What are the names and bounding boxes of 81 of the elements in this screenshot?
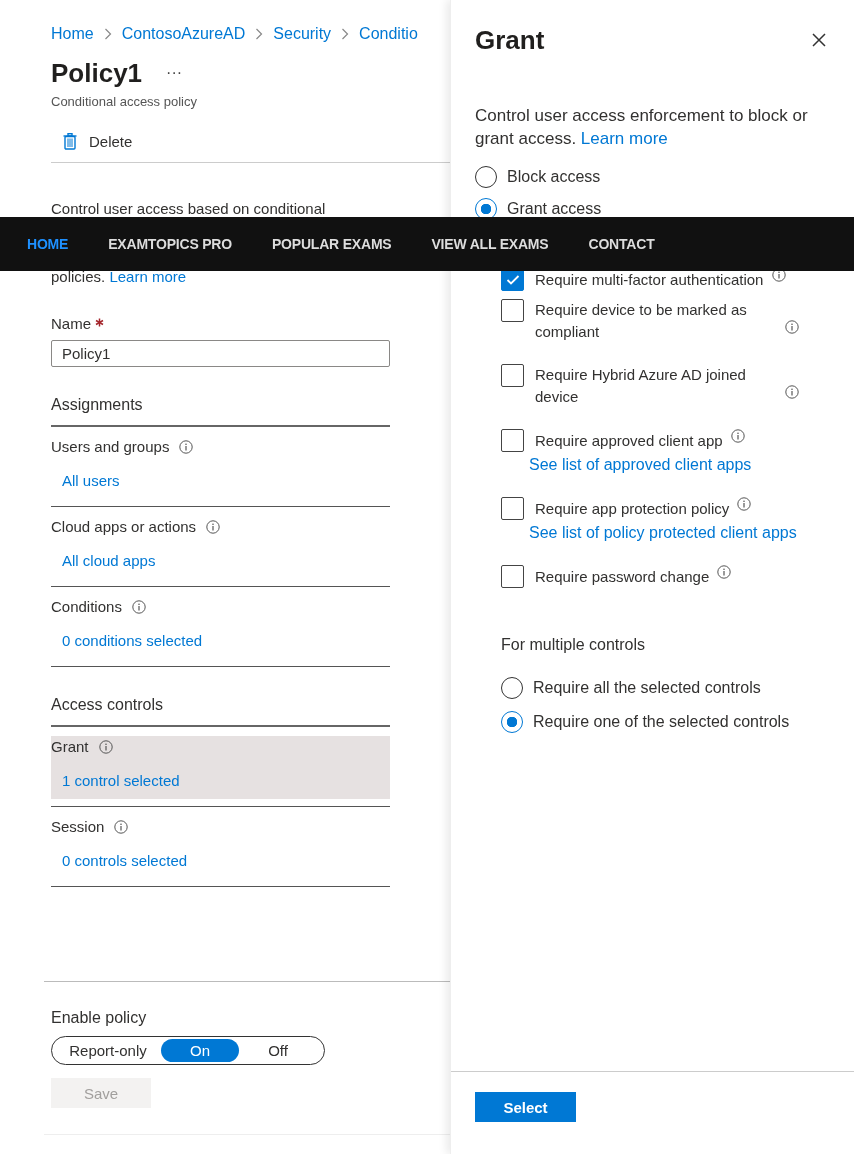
item-value-link[interactable]: All cloud apps [62,551,156,571]
field-label: Enable policy [51,1008,148,1028]
toggle-option[interactable]: Report-only [55,1039,161,1062]
breadcrumb-link[interactable]: Security [273,24,332,44]
info-icon [179,440,194,454]
section-row[interactable]: Cloud apps or actions All cloud apps [51,516,390,579]
toggle-option[interactable]: On [161,1039,239,1062]
radio-label: Require all the selected controls [533,678,761,698]
delete-button[interactable]: Delete [51,129,133,154]
breadcrumb-link[interactable]: Home [51,24,94,44]
item-label: Cloud apps or actions [51,517,197,537]
close-icon [812,33,826,47]
item-value-link[interactable]: All users [62,471,120,491]
info-icon [206,520,221,534]
breadcrumb-link[interactable]: Conditio [359,24,418,44]
breadcrumb-link[interactable]: ContosoAzureAD [121,24,246,44]
page-subtitle: Conditional access policy [51,94,198,110]
trash-icon [63,133,77,150]
nav-link[interactable]: HOME [27,236,69,252]
panel-title: Grant [475,24,545,57]
info-icon [785,385,800,399]
checkbox-label: Require device to be marked as compliant [535,300,748,342]
more-button[interactable]: ··· [162,64,187,82]
info-icon [737,497,752,511]
chevron-icon [255,28,264,40]
item-label: Conditions [51,597,122,617]
learn-more-link[interactable]: Learn more [580,129,668,148]
radio-button[interactable] [501,711,523,733]
section-row[interactable]: Conditions 0 conditions selected [51,596,390,659]
group-label: For multiple controls [501,635,647,655]
nav-link[interactable]: CONTACT [588,236,655,252]
nav-link[interactable]: EXAMTOPICS PRO [108,236,232,252]
info-icon [730,429,745,443]
check-icon [505,273,520,286]
item-value-link[interactable]: 0 conditions selected [62,631,203,651]
select-button[interactable]: Select [475,1092,576,1122]
chevron-icon [103,28,112,40]
info-icon [131,600,146,614]
description-text: policies. Learn more [51,267,187,287]
name-field[interactable]: Policy1 [51,340,390,367]
info-icon [717,565,732,579]
chevron-icon [341,28,350,40]
item-label: Users and groups [51,437,170,457]
info-icon [771,268,786,282]
checkbox[interactable] [501,299,524,322]
checkbox[interactable] [501,364,524,387]
toggle-option[interactable]: Off [239,1039,317,1062]
radio-button[interactable] [475,198,497,220]
description-text: Control user access based on conditional [51,199,326,219]
see-list-link[interactable]: See list of approved client apps [529,454,835,476]
field-label: Name [51,314,91,334]
radio-label: Grant access [507,199,602,219]
checkbox[interactable] [501,429,524,452]
radio-label: Require one of the selected controls [533,712,790,732]
item-label: Session [51,817,105,837]
item-value-link[interactable]: 1 control selected [62,771,180,791]
item-value-link[interactable]: 0 controls selected [62,851,188,871]
info-icon [114,820,129,834]
close-button[interactable] [810,31,828,49]
checkbox-label: Require multi-factor authentication [535,270,764,290]
checkbox-label: Require app protection policy [535,499,730,519]
section-heading: Assignments [51,395,144,415]
section-heading: Access controls [51,695,165,715]
section-row[interactable]: Grant 1 control selected [51,736,390,799]
checkbox-label: Require Hybrid Azure AD joined device [535,365,747,407]
checkbox[interactable] [501,497,524,520]
info-icon [785,320,800,334]
nav-link[interactable]: POPULAR EXAMS [271,236,392,252]
info-icon [98,740,113,754]
checkbox-label: Require password change [535,567,710,587]
radio-label: Block access [507,167,601,187]
item-label: Grant [51,737,89,757]
page-title: Policy1 [51,57,143,90]
panel-description: Control user access enforcement to block or grant access. Learn more [475,105,809,150]
checkbox[interactable] [501,565,524,588]
learn-more-link[interactable]: Learn more [109,268,187,285]
section-row[interactable]: Users and groups All users [51,436,390,499]
nav-link[interactable]: VIEW ALL EXAMS [431,236,549,252]
section-row[interactable]: Session 0 controls selected [51,816,390,879]
see-list-link[interactable]: See list of policy protected client apps [529,522,835,544]
checkbox-label: Require approved client app [535,431,723,451]
